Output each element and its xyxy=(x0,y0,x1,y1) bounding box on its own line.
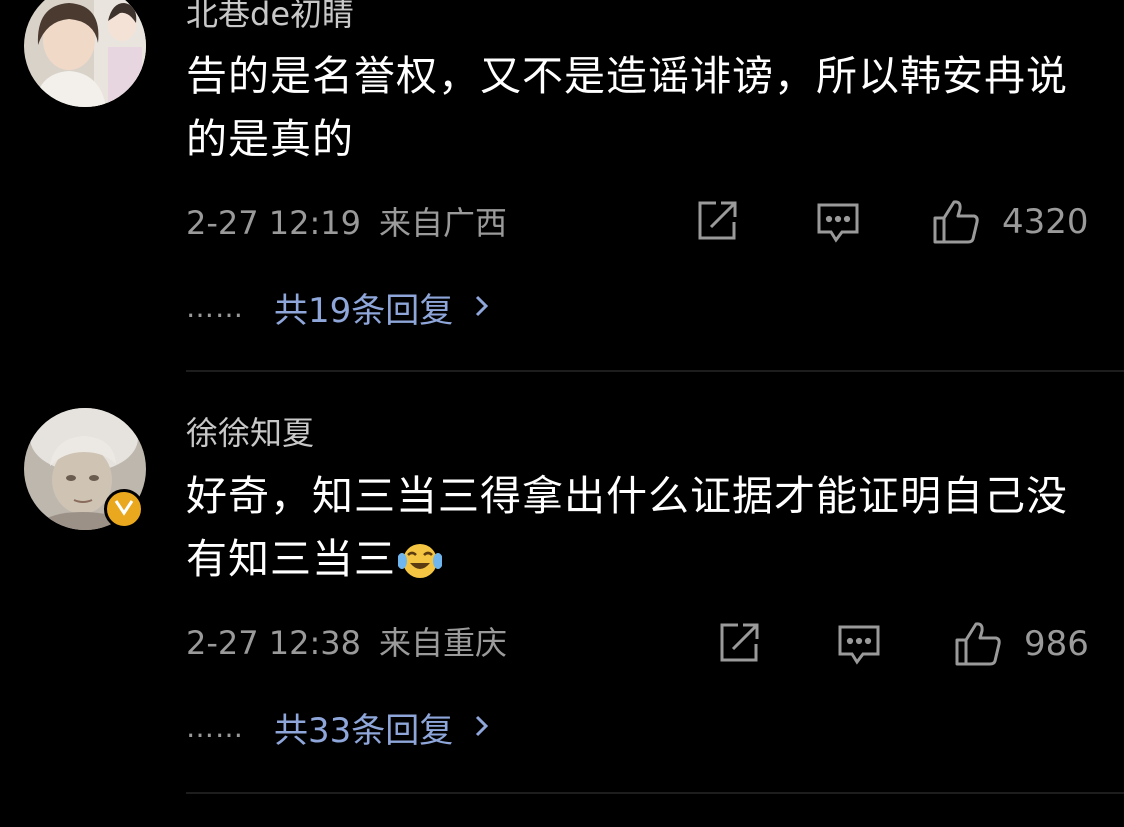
thumbs-up-icon xyxy=(952,618,1004,670)
comment-item: 徐徐知夏 好奇，知三当三得拿出什么证据才能证明自己没有知三当三 2-27 12:… xyxy=(0,0,1124,827)
comment-text: 好奇，知三当三得拿出什么证据才能证明自己没有知三当三 xyxy=(186,465,1096,597)
reply-count[interactable]: 共33条回复 xyxy=(274,703,453,752)
username[interactable]: 徐徐知夏 xyxy=(186,413,314,453)
reply-ellipsis: …… xyxy=(186,711,244,744)
comment-time: 2-27 12:38 xyxy=(186,624,362,662)
comment-text-body: 好奇，知三当三得拿出什么证据才能证明自己没有知三当三 xyxy=(186,472,1068,583)
share-icon xyxy=(716,620,762,666)
like-count: 986 xyxy=(1024,624,1089,664)
comment-meta: 2-27 12:38 来自重庆 xyxy=(186,623,507,663)
chevron-right-icon xyxy=(475,714,489,742)
verified-badge xyxy=(104,489,144,529)
share-button[interactable] xyxy=(716,620,762,666)
comment-icon xyxy=(835,620,883,668)
comment-divider xyxy=(186,792,1124,794)
like-button[interactable]: 986 xyxy=(952,618,1089,670)
view-replies-link[interactable]: …… 共33条回复 xyxy=(186,703,489,752)
comment-location: 来自重庆 xyxy=(379,624,508,662)
comment-button[interactable] xyxy=(835,620,883,668)
verified-v-icon xyxy=(113,498,135,520)
laugh-cry-emoji xyxy=(397,534,443,597)
